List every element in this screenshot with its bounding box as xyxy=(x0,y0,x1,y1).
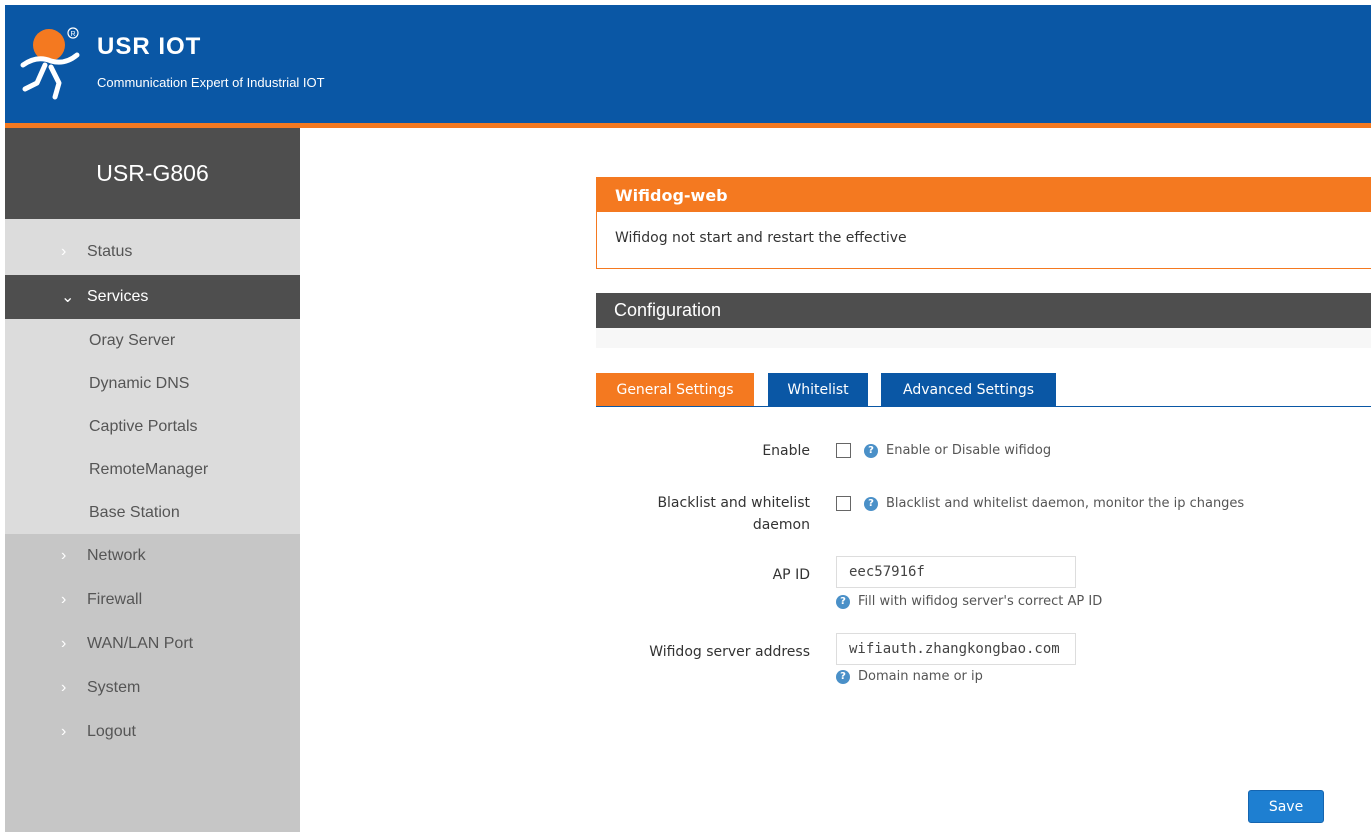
chevron-right-icon: › xyxy=(61,723,67,740)
daemon-checkbox[interactable] xyxy=(836,496,851,511)
sidebar-item-firewall[interactable]: › Firewall xyxy=(5,578,300,622)
sidebar-item-label: WAN/LAN Port xyxy=(87,635,194,652)
wifidog-status-panel: Wifidog-web Wifidog not start and restar… xyxy=(596,177,1371,269)
brand-tagline: Communication Expert of Industrial IOT xyxy=(97,75,325,90)
chevron-right-icon: › xyxy=(61,679,67,696)
sidebar: USR-G806 › Status ⌄ Services Oray Server… xyxy=(5,128,300,832)
tab-general-settings[interactable]: General Settings xyxy=(596,373,754,406)
main-content: Wifidog-web Wifidog not start and restar… xyxy=(300,128,1371,832)
header: R USR IOT Communication Expert of Indust… xyxy=(0,0,1371,128)
chevron-right-icon: › xyxy=(61,547,67,564)
sidebar-subitem-label: Captive Portals xyxy=(89,417,198,435)
tab-whitelist[interactable]: Whitelist xyxy=(768,373,868,406)
sidebar-subitem-label: Dynamic DNS xyxy=(89,374,190,392)
help-text: Fill with wifidog server's correct AP ID xyxy=(858,594,1103,609)
sidebar-item-label: Network xyxy=(87,547,146,564)
daemon-label: Blacklist and whitelist daemon xyxy=(300,492,810,536)
sidebar-item-label: Firewall xyxy=(87,591,143,608)
sidebar-item-wan-lan-port[interactable]: › WAN/LAN Port xyxy=(5,622,300,666)
ap-id-label: AP ID xyxy=(772,567,810,583)
chevron-right-icon: › xyxy=(61,635,67,652)
brand-name: USR IOT xyxy=(97,33,202,60)
sidebar-item-label: Logout xyxy=(87,723,136,740)
section-title: Configuration xyxy=(596,293,1371,328)
enable-label: Enable xyxy=(762,443,810,459)
help-icon: ? xyxy=(836,594,850,609)
daemon-help: ? Blacklist and whitelist daemon, monito… xyxy=(864,496,1244,511)
chevron-right-icon: › xyxy=(61,243,67,260)
menu-spacer xyxy=(5,219,300,243)
help-text: Domain name or ip xyxy=(858,669,983,684)
ap-id-help: ? Fill with wifidog server's correct AP … xyxy=(836,594,1102,609)
tab-advanced-settings[interactable]: Advanced Settings xyxy=(881,373,1056,406)
sidebar-item-network[interactable]: › Network xyxy=(5,534,300,578)
server-address-input[interactable]: wifiauth.zhangkongbao.com xyxy=(836,633,1076,665)
sidebar-subitem-label: Base Station xyxy=(89,503,180,521)
sidebar-subitem-base-station[interactable]: Base Station xyxy=(5,491,300,534)
section-spacer xyxy=(596,328,1371,348)
sidebar-menu: › Status ⌄ Services Oray Server Dynamic … xyxy=(5,219,300,754)
chevron-right-icon: › xyxy=(61,591,67,608)
help-icon: ? xyxy=(864,443,878,458)
header-banner: R USR IOT Communication Expert of Indust… xyxy=(5,5,1371,123)
device-name: USR-G806 xyxy=(5,128,300,219)
enable-help: ? Enable or Disable wifidog xyxy=(864,443,1051,458)
help-icon: ? xyxy=(836,669,850,684)
sidebar-subitem-oray-server[interactable]: Oray Server xyxy=(5,319,300,362)
sidebar-item-status[interactable]: › Status xyxy=(5,243,300,275)
usr-runner-logo-icon: R xyxy=(20,27,80,100)
sidebar-subitem-label: Oray Server xyxy=(89,331,176,349)
daemon-label-line1: Blacklist and whitelist xyxy=(657,495,810,511)
panel-message: Wifidog not start and restart the effect… xyxy=(615,230,907,246)
server-label: Wifidog server address xyxy=(649,644,810,660)
svg-text:R: R xyxy=(70,31,75,38)
sidebar-subitem-dynamic-dns[interactable]: Dynamic DNS xyxy=(5,362,300,405)
sidebar-item-label: Services xyxy=(87,288,149,305)
sidebar-item-logout[interactable]: › Logout xyxy=(5,710,300,754)
sidebar-subitem-captive-portals[interactable]: Captive Portals xyxy=(5,405,300,448)
tab-bar: General Settings Whitelist Advanced Sett… xyxy=(596,373,1371,407)
help-text: Blacklist and whitelist daemon, monitor … xyxy=(886,496,1245,511)
ap-id-input[interactable]: eec57916f xyxy=(836,556,1076,588)
sidebar-subitem-remote-manager[interactable]: RemoteManager xyxy=(5,448,300,491)
sidebar-item-label: Status xyxy=(87,243,133,260)
daemon-label-line2: daemon xyxy=(752,517,810,533)
panel-title: Wifidog-web xyxy=(597,178,1371,212)
sidebar-subitem-label: RemoteManager xyxy=(89,460,209,478)
sidebar-item-label: System xyxy=(87,679,141,696)
server-help: ? Domain name or ip xyxy=(836,669,983,684)
sidebar-item-services[interactable]: ⌄ Services xyxy=(5,275,300,319)
enable-checkbox[interactable] xyxy=(836,443,851,458)
sidebar-item-system[interactable]: › System xyxy=(5,666,300,710)
help-text: Enable or Disable wifidog xyxy=(886,443,1052,458)
help-icon: ? xyxy=(864,496,878,511)
save-button[interactable]: Save xyxy=(1248,790,1324,823)
chevron-down-icon: ⌄ xyxy=(61,289,75,306)
